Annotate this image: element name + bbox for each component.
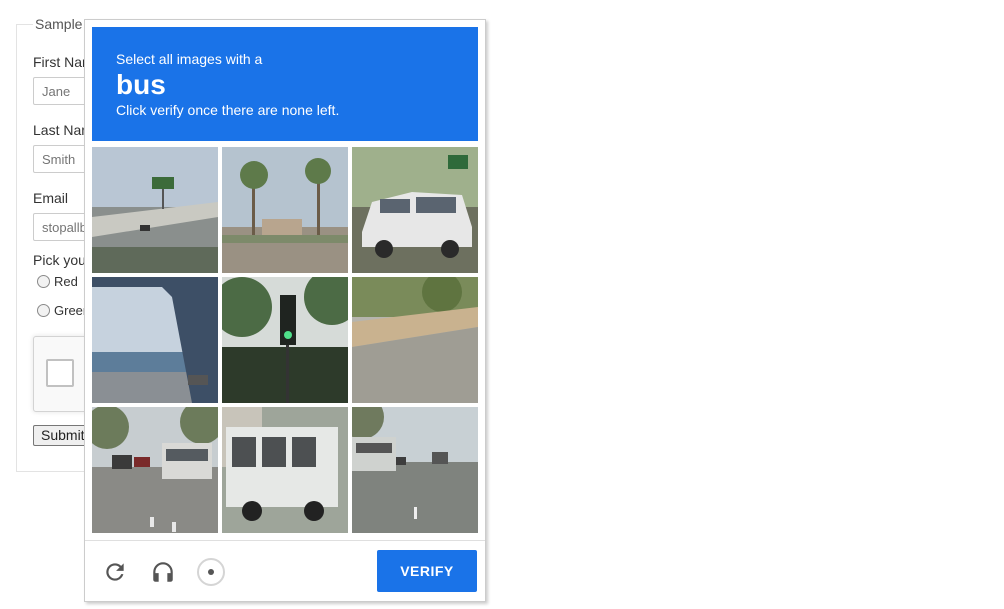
tile-3-image [352, 147, 478, 273]
tile-2-image [222, 147, 348, 273]
verify-button[interactable]: VERIFY [377, 550, 477, 592]
challenge-sub-instruction: Click verify once there are none left. [116, 102, 340, 118]
radio-red[interactable]: Red [37, 274, 78, 289]
challenge-keyword: bus [116, 69, 166, 100]
footer-divider [85, 540, 485, 541]
image-tile-2[interactable] [222, 147, 348, 273]
radio-green-circle[interactable] [37, 304, 50, 317]
image-tile-4[interactable] [92, 277, 218, 403]
tile-6-image [352, 277, 478, 403]
tile-1-image [92, 147, 218, 273]
recaptcha-challenge: Select all images with a bus Click verif… [84, 19, 486, 602]
email-label: Email [33, 190, 69, 206]
image-tile-6[interactable] [352, 277, 478, 403]
tile-7-image [92, 407, 218, 533]
image-tile-9[interactable] [352, 407, 478, 533]
radio-red-label: Red [54, 274, 78, 289]
image-tile-8[interactable] [222, 407, 348, 533]
tile-8-image [222, 407, 348, 533]
image-tile-3[interactable] [352, 147, 478, 273]
audio-icon[interactable] [147, 556, 179, 588]
challenge-instruction: Select all images with a [116, 51, 263, 67]
radio-green[interactable]: Green [37, 303, 90, 318]
info-icon[interactable] [195, 556, 227, 588]
image-tile-7[interactable] [92, 407, 218, 533]
challenge-header: Select all images with a bus Click verif… [92, 27, 478, 141]
radio-red-circle[interactable] [37, 275, 50, 288]
tile-9-image [352, 407, 478, 533]
image-grid [92, 147, 480, 535]
tile-4-image [92, 277, 218, 403]
tile-5-image [222, 277, 348, 403]
recaptcha-checkbox[interactable] [46, 359, 74, 387]
image-tile-1[interactable] [92, 147, 218, 273]
reload-icon[interactable] [99, 556, 131, 588]
image-tile-5[interactable] [222, 277, 348, 403]
